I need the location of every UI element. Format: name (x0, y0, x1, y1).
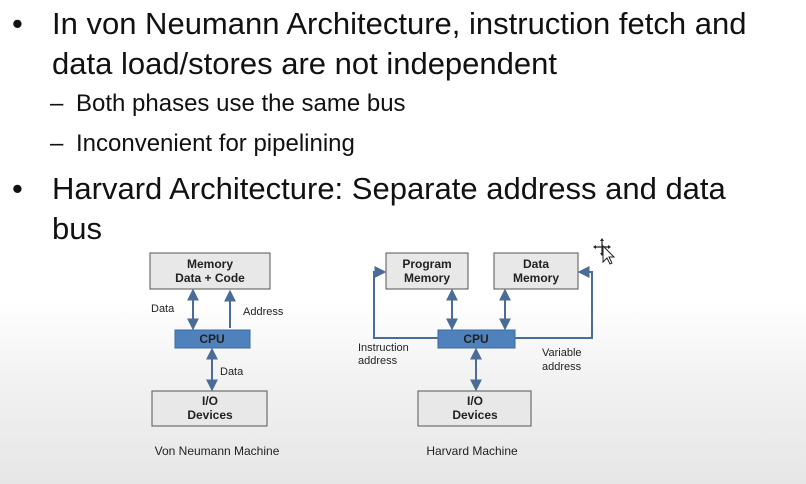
io-label-line1: I/O (202, 394, 218, 408)
data-memory-line1: Data (523, 257, 549, 271)
von-neumann-diagram: Memory Data + Code CPU I/O Devices Data … (149, 252, 284, 458)
memory-label-line2: Data + Code (175, 271, 245, 285)
cpu-label: CPU (463, 332, 488, 346)
address-label: Address (243, 306, 284, 318)
architecture-diagrams: Memory Data + Code CPU I/O Devices Data … (149, 238, 616, 458)
cpu-label: CPU (199, 332, 224, 346)
harvard-diagram: Program Memory Data Memory CPU I/O Devic… (358, 252, 593, 458)
harvard-caption: Harvard Machine (426, 444, 518, 458)
variable-address-label-line2: address (542, 361, 582, 373)
move-cursor-icon (593, 238, 616, 265)
program-memory-line2: Memory (404, 271, 450, 285)
variable-address-label-line1: Variable (542, 347, 582, 359)
instruction-address-label-line2: address (358, 355, 398, 367)
io-label-line2: Devices (187, 408, 233, 422)
instruction-address-label-line1: Instruction (358, 342, 409, 354)
io-data-label: Data (220, 366, 244, 378)
data-memory-line2: Memory (513, 271, 559, 285)
io-label-line2: Devices (452, 408, 498, 422)
von-neumann-caption: Von Neumann Machine (155, 444, 280, 458)
program-memory-line1: Program (402, 257, 451, 271)
data-label: Data (151, 303, 175, 315)
io-label-line1: I/O (467, 394, 483, 408)
memory-label-line1: Memory (187, 257, 233, 271)
